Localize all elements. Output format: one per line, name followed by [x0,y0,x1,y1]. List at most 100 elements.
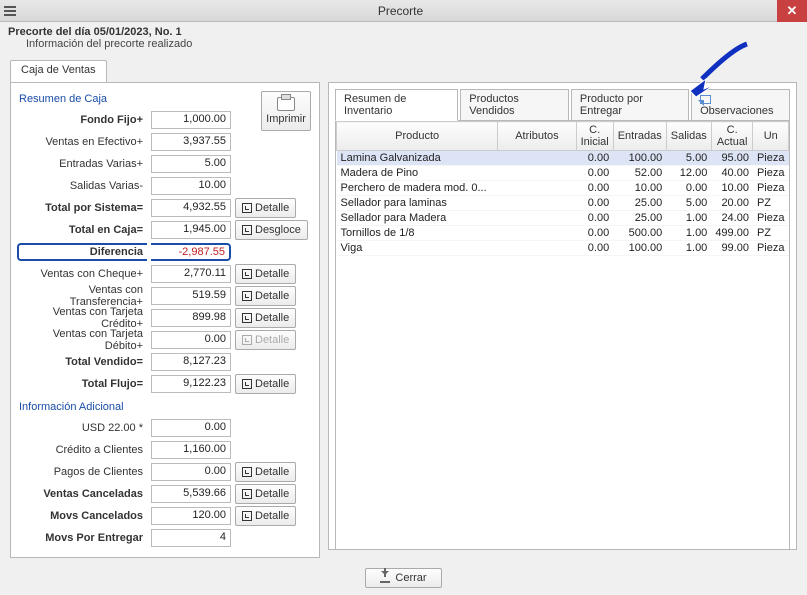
col-cactual[interactable]: C. Actual [711,122,753,151]
col-producto[interactable]: Producto [337,122,498,151]
table-row[interactable]: Sellador para Madera0.0025.001.0024.00Pi… [337,211,789,226]
value-ventas-transfer: 519.59 [151,287,231,305]
cerrar-button[interactable]: Cerrar [365,568,441,588]
print-button[interactable]: Imprimir [261,91,311,131]
col-atributos[interactable]: Atributos [498,122,576,151]
cell-cinicial: 0.00 [576,181,613,196]
table-row[interactable]: Tornillos de 1/80.00500.001.00499.00PZ [337,226,789,241]
cell-cinicial: 0.00 [576,196,613,211]
cell-atributos [498,241,576,256]
menu-icon[interactable] [4,1,24,21]
cell-entradas: 25.00 [613,196,666,211]
label-fondo-fijo: Fondo Fijo+ [17,114,147,126]
value-fondo-fijo: 1,000.00 [151,111,231,129]
tab-observaciones[interactable]: Observaciones [691,89,790,121]
cell-un: Pieza [753,151,789,166]
anchor-icon [380,573,390,583]
cell-cactual: 99.00 [711,241,753,256]
label-ventas-cheque: Ventas con Cheque+ [17,268,147,280]
cell-producto: Sellador para laminas [337,196,498,211]
cell-un: Pieza [753,241,789,256]
detalle-transfer[interactable]: Detalle [235,286,296,306]
value-diferencia: -2,987.55 [151,243,231,261]
detalle-tc[interactable]: Detalle [235,308,296,328]
value-ventas-efectivo: 3,937.55 [151,133,231,151]
cell-un: Pieza [753,211,789,226]
caja-panel: Resumen de Caja Fondo Fijo+1,000.00 Vent… [10,82,320,558]
cell-cactual: 499.00 [711,226,753,241]
cell-atributos [498,181,576,196]
desgloce-button[interactable]: Desgloce [235,220,308,240]
cell-producto: Perchero de madera mod. 0... [337,181,498,196]
print-label: Imprimir [266,113,306,125]
cell-producto: Madera de Pino [337,166,498,181]
col-un[interactable]: Un [753,122,789,151]
detail-icon [242,379,252,389]
table-row[interactable]: Perchero de madera mod. 0...0.0010.000.0… [337,181,789,196]
inventory-panel: Resumen de Inventario Productos Vendidos… [328,82,797,550]
cell-cactual: 95.00 [711,151,753,166]
titlebar: Precorte ✕ [0,0,807,22]
label-total-sistema: Total por Sistema= [17,202,147,214]
detail-icon [242,511,252,521]
inventory-grid[interactable]: Producto Atributos C. Inicial Entradas S… [335,120,790,550]
cell-salidas: 12.00 [666,166,711,181]
cell-salidas: 1.00 [666,226,711,241]
col-salidas[interactable]: Salidas [666,122,711,151]
label-total-caja: Total en Caja= [17,224,147,236]
value-total-flujo: 9,122.23 [151,375,231,393]
cell-cactual: 10.00 [711,181,753,196]
detalle-pagos[interactable]: Detalle [235,462,296,482]
cell-cactual: 20.00 [711,196,753,211]
label-ventas-transfer: Ventas con Transferencia+ [17,284,147,308]
cell-producto: Viga [337,241,498,256]
tab-caja-ventas[interactable]: Caja de Ventas [10,60,107,82]
cell-salidas: 5.00 [666,196,711,211]
detail-icon [242,335,252,345]
cell-un: Pieza [753,166,789,181]
cell-salidas: 0.00 [666,181,711,196]
tab-productos-vendidos[interactable]: Productos Vendidos [460,89,569,121]
cell-un: Pieza [753,181,789,196]
detalle-movs-canc[interactable]: Detalle [235,506,296,526]
cell-cinicial: 0.00 [576,166,613,181]
detalle-cheque[interactable]: Detalle [235,264,296,284]
cell-salidas: 5.00 [666,151,711,166]
close-button[interactable]: ✕ [777,0,807,22]
value-movs-canc: 120.00 [151,507,231,525]
value-ventas-cheque: 2,770.11 [151,265,231,283]
label-usd: USD 22.00 * [17,422,147,434]
detalle-total-sistema[interactable]: Detalle [235,198,296,218]
value-ventas-canc: 5,539.66 [151,485,231,503]
col-cinicial[interactable]: C. Inicial [576,122,613,151]
table-row[interactable]: Sellador para laminas0.0025.005.0020.00P… [337,196,789,211]
section-info-adicional: Información Adicional [19,401,311,413]
cell-atributos [498,151,576,166]
label-entradas-varias: Entradas Varias+ [17,158,147,170]
value-credito: 1,160.00 [151,441,231,459]
cell-cinicial: 0.00 [576,211,613,226]
detalle-ventas-canc[interactable]: Detalle [235,484,296,504]
cell-producto: Sellador para Madera [337,211,498,226]
table-row[interactable]: Madera de Pino0.0052.0012.0040.00Pieza [337,166,789,181]
col-entradas[interactable]: Entradas [613,122,666,151]
label-ventas-td: Ventas con Tarjeta Débito+ [17,328,147,352]
value-entradas-varias: 5.00 [151,155,231,173]
value-ventas-tc: 899.98 [151,309,231,327]
label-movs-entregar: Movs Por Entregar [17,532,147,544]
cerrar-label: Cerrar [395,572,426,584]
table-row[interactable]: Lamina Galvanizada0.00100.005.0095.00Pie… [337,151,789,166]
value-movs-entregar: 4 [151,529,231,547]
value-total-sistema: 4,932.55 [151,199,231,217]
table-row[interactable]: Viga0.00100.001.0099.00Pieza [337,241,789,256]
cell-atributos [498,226,576,241]
label-total-flujo: Total Flujo= [17,378,147,390]
detalle-flujo[interactable]: Detalle [235,374,296,394]
tab-producto-entregar[interactable]: Producto por Entregar [571,89,689,121]
window-title: Precorte [24,4,777,18]
cell-entradas: 100.00 [613,241,666,256]
note-icon [700,95,711,104]
label-ventas-tc: Ventas con Tarjeta Crédito+ [17,306,147,330]
tab-resumen-inventario[interactable]: Resumen de Inventario [335,89,458,121]
label-pagos: Pagos de Clientes [17,466,147,478]
